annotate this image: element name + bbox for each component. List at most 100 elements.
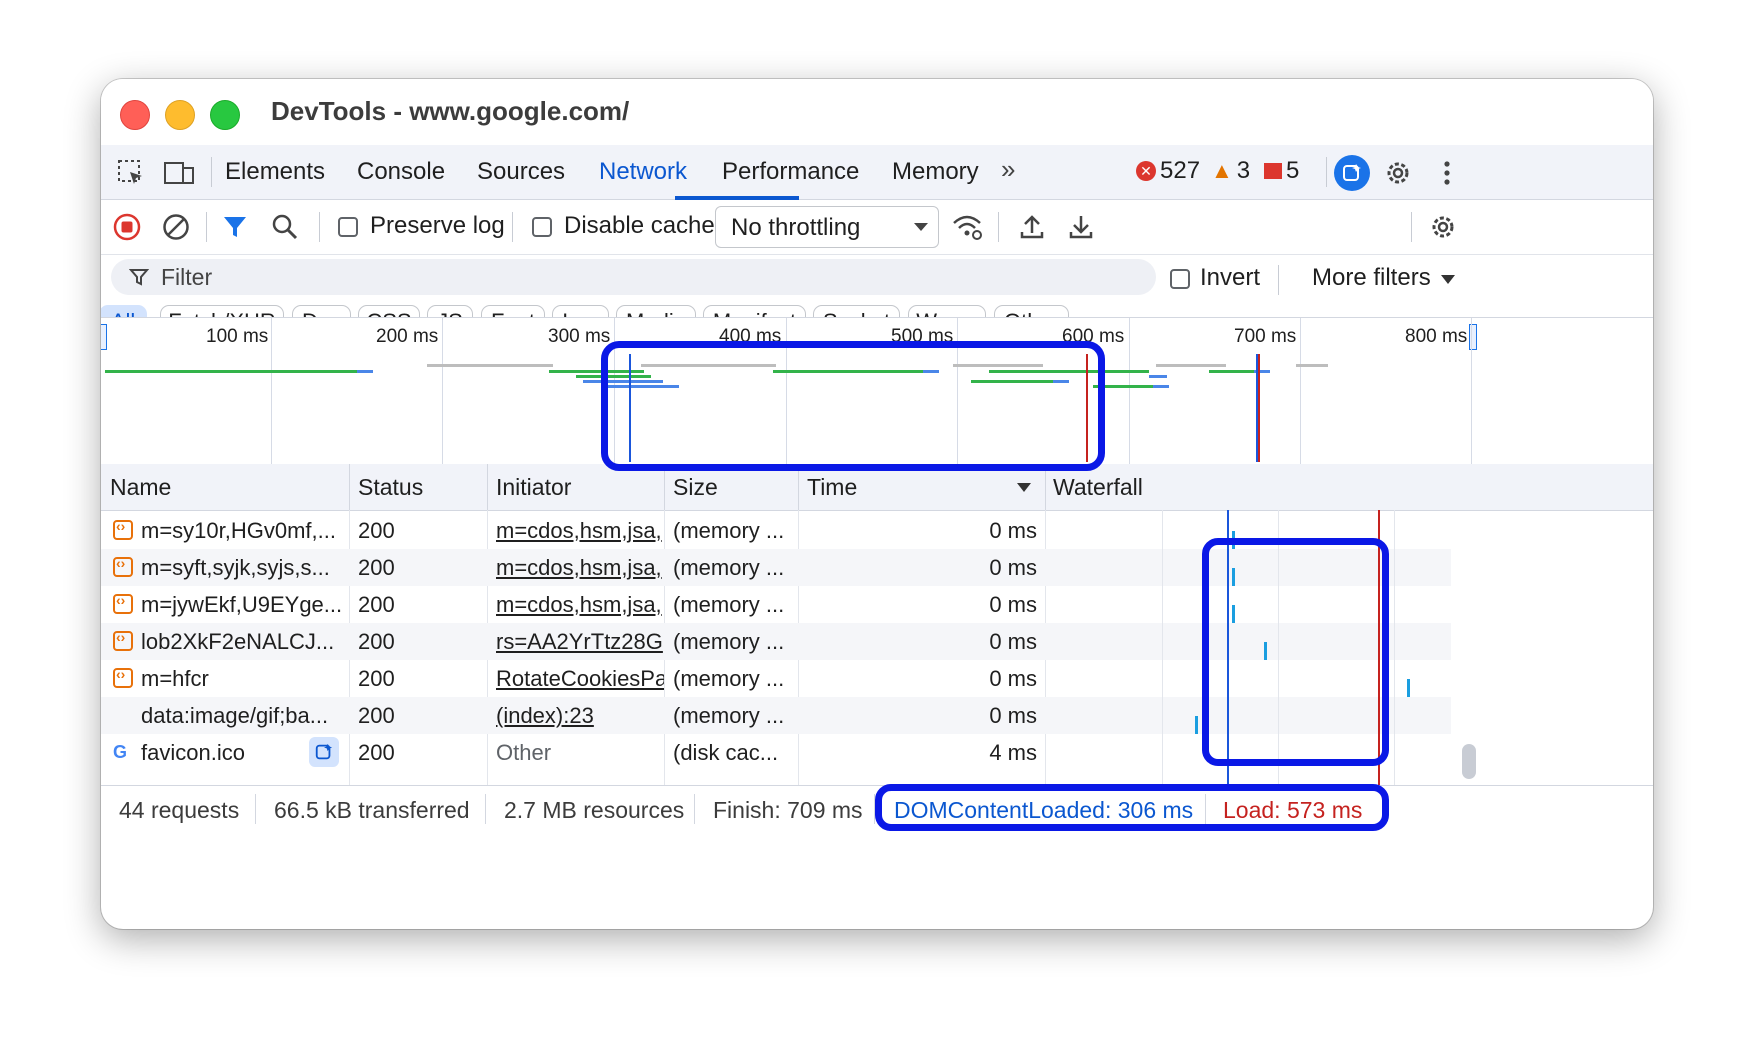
script-file-icon (113, 666, 133, 688)
overview-request-bar (357, 370, 373, 373)
request-initiator-link[interactable]: m=cdos,hsm,jsa, (496, 518, 664, 544)
error-count[interactable]: ✕ 527 (1136, 157, 1200, 185)
maximize-window-button[interactable] (210, 100, 240, 130)
error-count-value: 527 (1160, 157, 1201, 184)
record-stop-icon[interactable] (111, 211, 143, 243)
tab-memory[interactable]: Memory (892, 158, 979, 186)
request-status: 200 (358, 703, 395, 728)
request-initiator-link[interactable]: rs=AA2YrTtz28G (496, 629, 664, 655)
tab-elements[interactable]: Elements (225, 158, 325, 186)
waterfall-bar (1195, 716, 1198, 734)
filter-placeholder: Filter (161, 264, 213, 290)
tab-console[interactable]: Console (357, 158, 445, 186)
divider (1326, 157, 1327, 187)
transferred-size: 66.5 kB transferred (274, 797, 470, 823)
network-conditions-icon[interactable] (951, 211, 983, 243)
finish-time: Finish: 709 ms (713, 797, 863, 823)
main-tabs-bar: Elements Console Sources Network Perform… (101, 145, 1653, 200)
network-settings-gear-icon[interactable] (1427, 211, 1459, 243)
request-size: (disk cac... (673, 740, 779, 765)
vertical-scrollbar-thumb[interactable] (1462, 744, 1476, 779)
sort-descending-icon[interactable] (1017, 483, 1031, 492)
issue-flag-icon (1264, 163, 1282, 179)
divider (512, 212, 513, 242)
ai-assistance-icon[interactable] (1334, 155, 1370, 191)
settings-gear-icon[interactable] (1382, 157, 1414, 189)
overview-tick-label: 800 ms (1405, 326, 1468, 347)
minimize-window-button[interactable] (165, 100, 195, 130)
clear-icon[interactable] (160, 211, 192, 243)
tab-sources[interactable]: Sources (477, 158, 565, 186)
request-name[interactable]: m=hfcr (141, 666, 343, 692)
overview-tick-label: 100 ms (206, 326, 269, 347)
request-initiator-link[interactable]: RotateCookiesPa (496, 666, 664, 692)
waterfall-gridline (1162, 510, 1163, 785)
request-initiator-link[interactable]: m=cdos,hsm,jsa, (496, 592, 664, 618)
filter-input[interactable]: Filter (111, 259, 1156, 295)
column-name[interactable]: Name (110, 474, 171, 501)
request-time: 0 ms (989, 666, 1037, 691)
preserve-log-checkbox[interactable] (338, 217, 358, 237)
filter-funnel-icon[interactable] (219, 211, 251, 243)
column-initiator[interactable]: Initiator (496, 474, 571, 501)
request-time: 0 ms (989, 703, 1037, 728)
request-count: 44 requests (119, 797, 240, 823)
divider (211, 157, 212, 187)
request-size: (memory ... (673, 666, 785, 691)
request-status: 200 (358, 666, 395, 691)
divider (255, 794, 256, 824)
filter-funnel-icon (129, 269, 149, 286)
request-time: 0 ms (989, 518, 1037, 543)
overview-gridline (271, 318, 272, 464)
tab-performance[interactable]: Performance (722, 158, 859, 186)
divider (998, 212, 999, 242)
devtools-window: DevTools - www.google.com/ Elements Cons… (101, 79, 1653, 929)
column-status[interactable]: Status (358, 474, 423, 501)
overview-request-bar (105, 370, 357, 373)
request-status: 200 (358, 518, 395, 543)
ai-assistance-icon[interactable] (309, 737, 339, 767)
column-time[interactable]: Time (807, 474, 857, 501)
invert-checkbox[interactable] (1170, 269, 1190, 289)
more-options-icon[interactable] (1431, 157, 1463, 189)
close-window-button[interactable] (120, 100, 150, 130)
waterfall-bar (1407, 679, 1410, 697)
device-toolbar-icon[interactable] (163, 157, 195, 189)
tab-network[interactable]: Network (599, 158, 687, 186)
more-filters-button[interactable]: More filters (1312, 264, 1431, 292)
overview-left-handle[interactable] (101, 324, 107, 350)
script-file-icon (113, 555, 133, 577)
issues-count[interactable]: 5 (1264, 157, 1299, 185)
request-name[interactable]: lob2XkF2eNALCJ... (141, 629, 343, 655)
overview-gridline (1300, 318, 1301, 464)
overview-request-bar (1149, 375, 1167, 378)
request-name[interactable]: data:image/gif;ba... (141, 703, 343, 729)
overview-gridline (1129, 318, 1130, 464)
request-size: (memory ... (673, 555, 785, 580)
request-name[interactable]: favicon.ico (141, 740, 301, 766)
divider (485, 794, 486, 824)
column-divider[interactable] (349, 464, 350, 510)
export-har-download-icon[interactable] (1065, 211, 1097, 243)
more-tabs-icon[interactable]: » (1001, 154, 1015, 185)
divider (1411, 212, 1412, 242)
column-waterfall[interactable]: Waterfall (1053, 474, 1143, 501)
request-initiator-link[interactable]: m=cdos,hsm,jsa, (496, 555, 664, 581)
request-initiator-link[interactable]: (index):23 (496, 703, 664, 729)
column-divider[interactable] (487, 464, 488, 510)
request-name[interactable]: m=jywEkf,U9EYge... (141, 592, 343, 618)
overview-request-bar (1153, 385, 1169, 388)
throttling-value: No throttling (731, 214, 861, 241)
warning-count-value: 3 (1236, 157, 1251, 184)
search-icon[interactable] (269, 211, 301, 243)
inspect-element-icon[interactable] (115, 157, 147, 189)
resources-size: 2.7 MB resources (504, 797, 685, 823)
column-size[interactable]: Size (673, 474, 718, 501)
warning-count[interactable]: ▲ 3 (1211, 157, 1250, 185)
throttling-select[interactable]: No throttling (715, 206, 939, 248)
request-name[interactable]: m=syft,syjk,syjs,s... (141, 555, 343, 581)
request-name[interactable]: m=sy10r,HGv0mf,... (141, 518, 343, 544)
disable-cache-checkbox[interactable] (532, 217, 552, 237)
import-har-upload-icon[interactable] (1016, 211, 1048, 243)
overview-request-bar (1209, 370, 1254, 373)
